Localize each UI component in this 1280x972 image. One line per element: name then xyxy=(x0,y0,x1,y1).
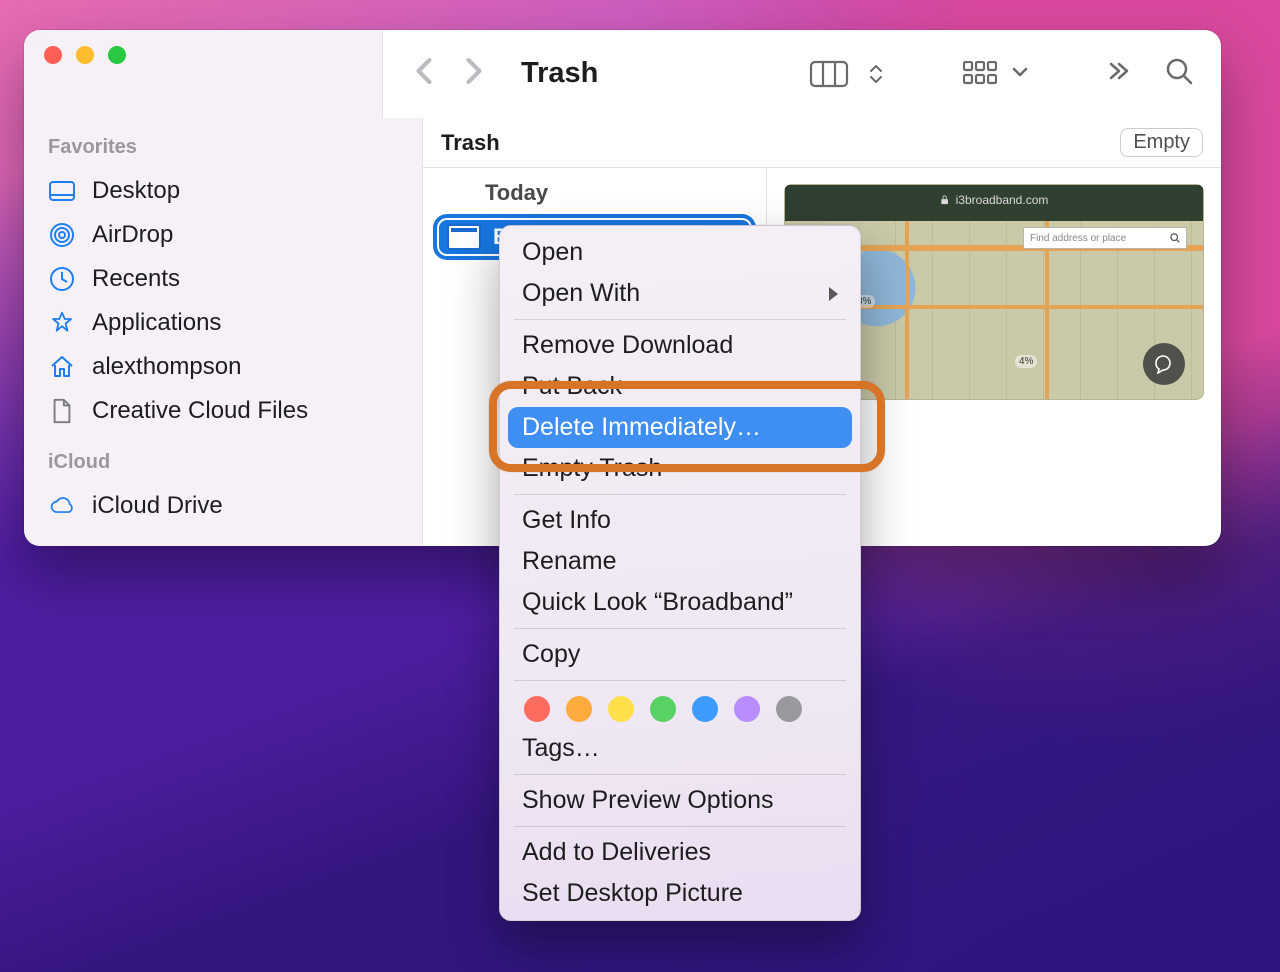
columns-view-icon xyxy=(809,60,849,88)
ctx-divider xyxy=(514,774,846,775)
clock-icon xyxy=(48,265,76,293)
ctx-put-back[interactable]: Put Back xyxy=(500,366,860,407)
preview-label-2: 4% xyxy=(1015,355,1037,368)
sidebar-titlebar-area xyxy=(24,30,383,118)
ctx-divider xyxy=(514,494,846,495)
ctx-remove-download[interactable]: Remove Download xyxy=(500,325,860,366)
sidebar-item-label: iCloud Drive xyxy=(92,492,223,520)
ctx-divider xyxy=(514,826,846,827)
chat-bubble-icon xyxy=(1143,343,1185,385)
ctx-quick-look[interactable]: Quick Look “Broadband” xyxy=(500,582,860,623)
ctx-delete-immediately[interactable]: Delete Immediately… xyxy=(508,407,852,448)
zoom-window-button[interactable] xyxy=(108,46,126,64)
cloud-icon xyxy=(48,492,76,520)
sidebar-item-label: Applications xyxy=(92,309,221,337)
preview-map-search: Find address or place xyxy=(1023,227,1187,249)
more-toolbar-button[interactable] xyxy=(1109,60,1137,87)
ctx-divider xyxy=(514,628,846,629)
location-title: Trash xyxy=(441,130,500,156)
sidebar: Favorites Desktop AirDrop Recents Applic… xyxy=(24,118,423,546)
ctx-divider xyxy=(514,319,846,320)
sidebar-section-favorites: Favorites xyxy=(48,136,406,159)
chevron-down-icon xyxy=(1011,65,1029,83)
ctx-set-desktop-picture[interactable]: Set Desktop Picture xyxy=(500,873,860,914)
ctx-tag-colors xyxy=(500,686,860,728)
sidebar-item-airdrop[interactable]: AirDrop xyxy=(48,213,406,257)
sidebar-item-recents[interactable]: Recents xyxy=(48,257,406,301)
sidebar-item-label: Desktop xyxy=(92,177,180,205)
sidebar-item-label: Recents xyxy=(92,265,180,293)
document-icon xyxy=(48,397,76,425)
group-by-button[interactable] xyxy=(963,61,1029,87)
preview-url-text: i3broadband.com xyxy=(956,193,1049,207)
airdrop-icon xyxy=(48,221,76,249)
group-icon xyxy=(963,61,997,87)
search-icon xyxy=(1170,233,1180,243)
ctx-open[interactable]: Open xyxy=(500,232,860,273)
context-menu: Open Open With Remove Download Put Back … xyxy=(499,225,861,921)
webloc-file-icon xyxy=(447,224,481,250)
sidebar-item-home[interactable]: alexthompson xyxy=(48,345,406,389)
date-group-header: Today xyxy=(423,168,766,218)
ctx-add-to-deliveries[interactable]: Add to Deliveries xyxy=(500,832,860,873)
ctx-copy[interactable]: Copy xyxy=(500,634,860,675)
close-window-button[interactable] xyxy=(44,46,62,64)
tag-yellow[interactable] xyxy=(608,696,634,722)
sidebar-item-creative-cloud[interactable]: Creative Cloud Files xyxy=(48,389,406,433)
ctx-open-with[interactable]: Open With xyxy=(500,273,860,314)
sidebar-item-applications[interactable]: Applications xyxy=(48,301,406,345)
house-icon xyxy=(48,353,76,381)
toolbar: Trash xyxy=(383,30,1221,118)
ctx-tags[interactable]: Tags… xyxy=(500,728,860,769)
ctx-rename[interactable]: Rename xyxy=(500,541,860,582)
preview-url-bar: i3broadband.com xyxy=(940,193,1049,207)
lock-icon xyxy=(940,195,950,205)
tag-purple[interactable] xyxy=(734,696,760,722)
preview-search-placeholder: Find address or place xyxy=(1030,233,1126,244)
chevron-updown-icon xyxy=(869,64,883,84)
window-title: Trash xyxy=(521,57,598,90)
empty-trash-button[interactable]: Empty xyxy=(1120,128,1203,157)
desktop-icon xyxy=(48,177,76,205)
sidebar-section-icloud: iCloud xyxy=(48,451,406,474)
ctx-show-preview-options[interactable]: Show Preview Options xyxy=(500,780,860,821)
sidebar-item-desktop[interactable]: Desktop xyxy=(48,169,406,213)
location-bar: Trash Empty xyxy=(423,118,1221,168)
forward-button[interactable] xyxy=(463,57,485,90)
tag-orange[interactable] xyxy=(566,696,592,722)
view-mode-button[interactable] xyxy=(809,60,883,88)
ctx-empty-trash[interactable]: Empty Trash xyxy=(500,448,860,489)
tag-red[interactable] xyxy=(524,696,550,722)
sidebar-item-label: AirDrop xyxy=(92,221,173,249)
sidebar-item-label: alexthompson xyxy=(92,353,241,381)
back-button[interactable] xyxy=(413,57,435,90)
sidebar-item-icloud-drive[interactable]: iCloud Drive xyxy=(48,484,406,528)
sidebar-item-label: Creative Cloud Files xyxy=(92,397,308,425)
tag-blue[interactable] xyxy=(692,696,718,722)
window-controls xyxy=(24,30,382,64)
ctx-get-info[interactable]: Get Info xyxy=(500,500,860,541)
tag-green[interactable] xyxy=(650,696,676,722)
search-button[interactable] xyxy=(1165,57,1193,90)
applications-icon xyxy=(48,309,76,337)
tag-gray[interactable] xyxy=(776,696,802,722)
ctx-divider xyxy=(514,680,846,681)
minimize-window-button[interactable] xyxy=(76,46,94,64)
